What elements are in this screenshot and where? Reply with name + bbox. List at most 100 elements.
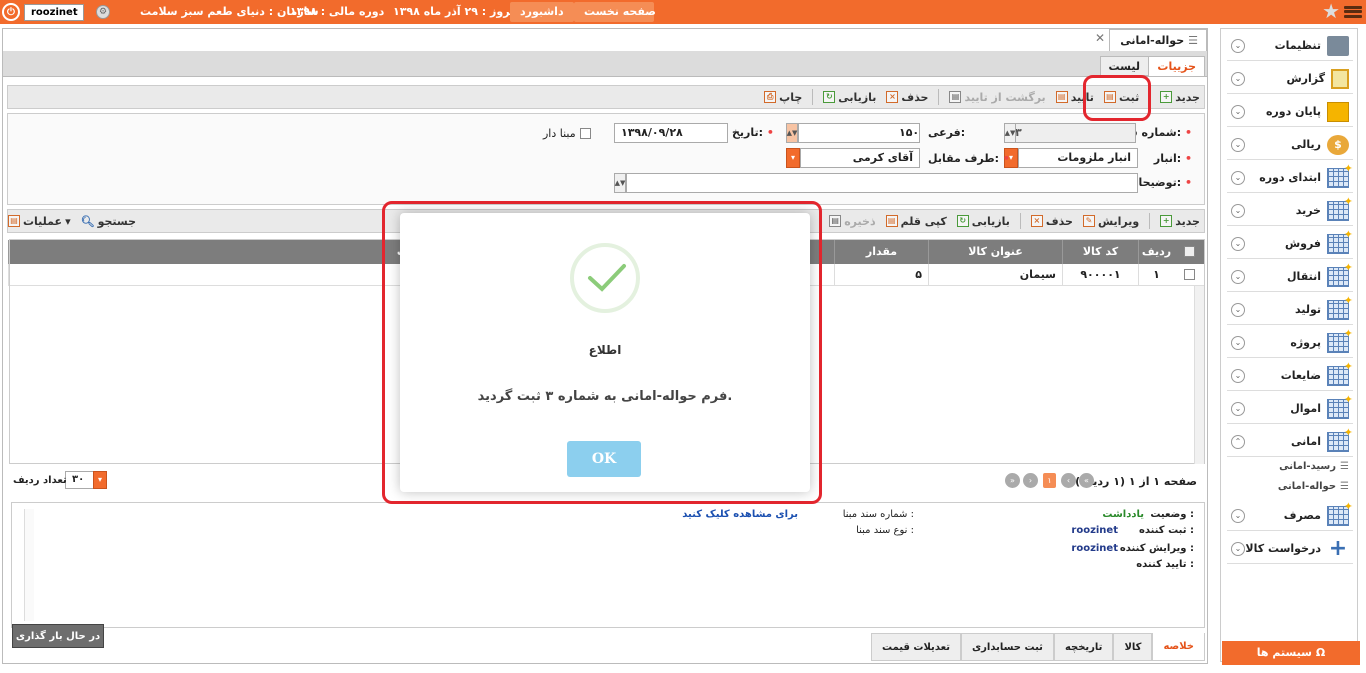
copy-row-button[interactable]: ▤ کپی قلم	[885, 214, 947, 228]
username-display[interactable]: roozinet	[24, 3, 84, 21]
gear-icon[interactable]: ⚙	[96, 5, 110, 19]
table-icon	[1327, 162, 1353, 188]
new-button[interactable]: + جدید	[1160, 91, 1200, 104]
form-no-field[interactable]: ۳	[1008, 123, 1136, 143]
notes-field[interactable]	[626, 173, 1138, 193]
tab-accounting[interactable]: ثبت حسابداری	[961, 633, 1054, 661]
grid-edit-button[interactable]: ✎ ویرایش	[1082, 214, 1140, 228]
row-checkbox[interactable]	[1174, 264, 1204, 286]
tab-goods[interactable]: کالا	[1113, 633, 1153, 661]
folder-settings-icon	[1327, 35, 1349, 56]
counterparty-dropdown[interactable]: ▾	[786, 148, 800, 168]
based-on-checkbox[interactable]	[580, 128, 591, 139]
date-field[interactable]: ۱۳۹۸/۰۹/۲۸	[614, 123, 728, 143]
info-scrollbar[interactable]	[24, 509, 34, 621]
cell-qty: ۵	[834, 264, 928, 286]
sidebar-item-consignment[interactable]: ⌃ امانی	[1227, 426, 1353, 457]
copy-row-label: کپی قلم	[900, 214, 947, 228]
sidebar-item-goods-request[interactable]: ⌄ درخواست کالا +	[1227, 534, 1353, 564]
star-icon[interactable]: ★	[1322, 1, 1340, 21]
source-doc-type-label: نوع سند مبنا :	[856, 525, 914, 536]
sidebar-item-assets[interactable]: ⌄ اموال	[1227, 393, 1353, 424]
tab-details[interactable]: جزییات	[1148, 56, 1205, 76]
counterparty-field[interactable]: آقای کرمی	[800, 148, 920, 168]
check-mark	[588, 264, 626, 292]
home-page-button[interactable]: صفحه نخست	[574, 2, 656, 22]
view-link[interactable]: برای مشاهده کلیک کنید	[682, 509, 798, 520]
grid-scrollbar[interactable]	[1194, 286, 1204, 464]
date-label: تاریخ: •	[732, 126, 774, 139]
delete-icon: ×	[886, 91, 899, 103]
tab-havale-amani[interactable]: حواله-امانی ☰	[1109, 29, 1207, 51]
refresh-button[interactable]: ↻ بازیابی	[823, 91, 876, 104]
col-qty[interactable]: مقدار	[834, 240, 928, 264]
sidebar-item-waste[interactable]: ⌄ ضایعات	[1227, 360, 1353, 391]
status-value: یادداشت	[1102, 509, 1144, 520]
search-button[interactable]: 🔍︎ جستجو	[81, 215, 136, 228]
table-icon	[1327, 500, 1353, 526]
sidebar-item-project[interactable]: ⌄ پروژه	[1227, 327, 1353, 358]
sidebar-item-transfer[interactable]: ⌄ انتقال	[1227, 261, 1353, 292]
form-no-spinner[interactable]: ▲▼	[1004, 123, 1016, 143]
success-check-icon	[570, 243, 640, 313]
warehouse-field[interactable]: انبار ملزومات	[1018, 148, 1138, 168]
divider	[938, 89, 940, 105]
sidebar-item-label: انتقال	[1287, 270, 1321, 283]
tab-price-adjustments[interactable]: تعدیلات قیمت	[871, 633, 961, 661]
sidebar-item-label: گزارش	[1286, 72, 1325, 85]
tab-history[interactable]: تاریخچه	[1053, 633, 1114, 661]
sidebar-item-consumption[interactable]: ⌄ مصرف	[1227, 500, 1353, 531]
systems-button[interactable]: سیستم ها Ω	[1222, 641, 1360, 665]
rows-per-page-field[interactable]: ۳۰	[65, 471, 95, 489]
cell-code: ۹۰۰۰۰۱	[1062, 264, 1138, 286]
delete-button[interactable]: × حذف	[886, 91, 928, 104]
unapprove-button[interactable]: ▤ برگشت از تایید	[949, 91, 1046, 104]
first-page-icon[interactable]: «	[1079, 473, 1094, 488]
sub-spinner[interactable]: ▲▼	[786, 123, 798, 143]
hamburger-menu-icon[interactable]	[1344, 3, 1362, 21]
next-page-icon[interactable]: ›	[1023, 473, 1038, 488]
table-icon	[1327, 327, 1353, 353]
grid-new-button[interactable]: + جدید	[1160, 215, 1200, 228]
sidebar-item-period-end[interactable]: ⌄ پایان دوره	[1227, 97, 1353, 127]
info-panel: وضعیت : یادداشت ثبت کننده : roozinet ویر…	[11, 502, 1205, 628]
sidebar-item-sales[interactable]: ⌄ فروش	[1227, 228, 1353, 259]
sidebar-item-purchase[interactable]: ⌄ خرید	[1227, 195, 1353, 226]
grid-delete-button[interactable]: × حذف	[1030, 215, 1073, 228]
sidebar-item-production[interactable]: ⌄ تولید	[1227, 294, 1353, 325]
grid-refresh-button[interactable]: ↻ بازیابی	[956, 215, 1010, 228]
close-icon[interactable]: ✕	[1095, 31, 1105, 45]
select-all-checkbox[interactable]	[1174, 240, 1204, 264]
power-icon[interactable]: ⏻	[2, 3, 20, 21]
col-code[interactable]: کد کالا	[1062, 240, 1138, 264]
grid-edit-label: ویرایش	[1097, 214, 1140, 228]
prev-page-icon[interactable]: ‹	[1061, 473, 1076, 488]
registered-by-value: roozinet	[1071, 525, 1118, 536]
last-page-icon[interactable]: »	[1005, 473, 1020, 488]
new-document-icon: +	[1160, 91, 1173, 103]
sidebar-subitem-havale-consignment[interactable]: حواله-امانی ☰	[1278, 481, 1349, 492]
omega-icon: Ω	[1315, 646, 1326, 659]
dashboard-button[interactable]: داشبورد	[510, 2, 574, 22]
chevron-down-icon: ⌄	[1231, 541, 1245, 556]
ok-button[interactable]: OK	[567, 441, 641, 477]
sidebar-subitem-label: رسید-امانی	[1279, 461, 1337, 472]
rows-per-page-dropdown[interactable]: ▾	[93, 471, 107, 489]
sub-field[interactable]: ۱۵۰۰۰۱	[798, 123, 920, 143]
chevron-down-icon: ⌄	[1231, 335, 1245, 350]
tab-list[interactable]: لیست	[1099, 56, 1149, 76]
print-button[interactable]: ⎙ چاپ	[764, 91, 802, 104]
col-title[interactable]: عنوان کالا	[928, 240, 1062, 264]
sidebar-item-period-start[interactable]: ⌄ ابتدای دوره	[1227, 162, 1353, 193]
grid-save-button[interactable]: ▤ ذخیره	[829, 215, 876, 228]
sidebar-item-rial[interactable]: ⌄ ریالی $	[1227, 130, 1353, 160]
save-button-highlight	[1083, 75, 1151, 121]
col-row[interactable]: ردیف	[1138, 240, 1174, 264]
sidebar-item-settings[interactable]: ⌄ تنظیمات	[1227, 31, 1353, 61]
current-page[interactable]: ۱	[1043, 473, 1056, 488]
sidebar-subitem-receipt-consignment[interactable]: رسید-امانی ☰	[1279, 461, 1349, 472]
operations-button[interactable]: ▤ عملیات ▾	[8, 215, 71, 228]
tab-summary[interactable]: خلاصه	[1152, 633, 1205, 661]
notes-spinner[interactable]: ▲▼	[614, 173, 626, 193]
sidebar-item-report[interactable]: ⌄ گزارش	[1227, 64, 1353, 94]
